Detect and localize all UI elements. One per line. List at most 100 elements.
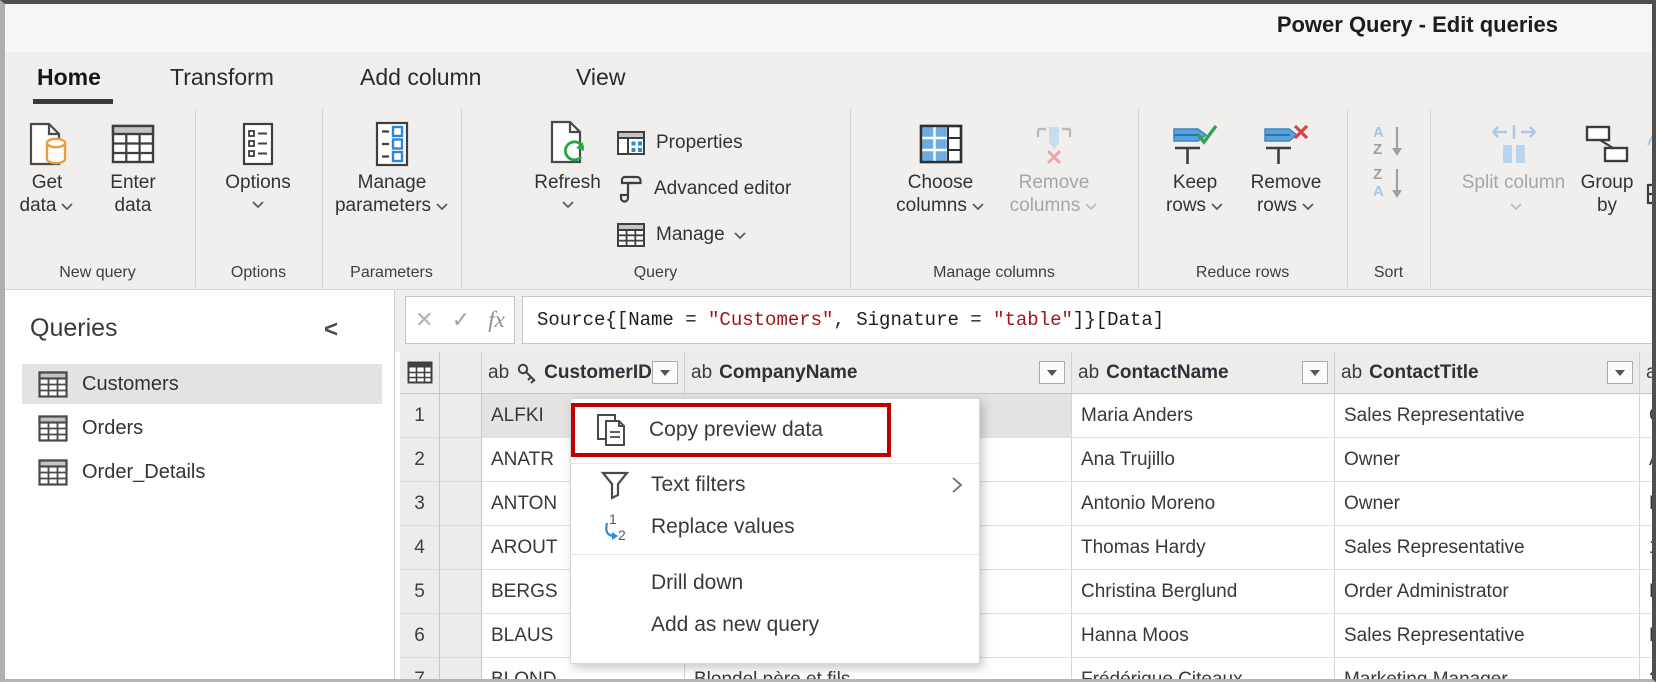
ribbon-group-manage-columns: Choose columns Remove columns Manage col… (850, 109, 1139, 287)
ribbon-group-parameters: Manage parameters Parameters (322, 109, 462, 287)
chevron-down-icon (1509, 202, 1523, 211)
menu-item-replace-values[interactable]: 12 Replace values (571, 506, 979, 548)
tab-home[interactable]: Home (37, 64, 101, 91)
group-label-query: Query (461, 264, 850, 282)
row-number (440, 658, 482, 682)
get-data-button[interactable]: Get data (14, 117, 80, 259)
ribbon: Get data Enter data New query Options Op… (0, 105, 1656, 290)
remove-rows-button[interactable]: Remove rows (1239, 117, 1333, 259)
menu-item-add-as-new-query[interactable]: Add as new query (571, 604, 979, 646)
row-number[interactable]: 4 (400, 526, 440, 570)
fx-icon[interactable]: fx (488, 307, 505, 333)
group-by-button[interactable]: Group by (1572, 117, 1642, 259)
grid-cell[interactable]: M (1640, 482, 1656, 526)
grid-cell[interactable]: Owner (1335, 438, 1640, 482)
row-number[interactable]: 6 (400, 614, 440, 658)
filter-dropdown-icon (660, 370, 670, 376)
svg-text:Z: Z (1373, 166, 1382, 183)
query-item-order-details[interactable]: Order_Details (22, 452, 382, 492)
filter-button[interactable] (652, 361, 678, 384)
chevron-down-icon (60, 202, 74, 211)
chevron-down-icon (971, 202, 985, 211)
menu-item-copy-preview-data[interactable]: Copy preview data (571, 403, 891, 457)
filter-button[interactable] (1039, 361, 1065, 384)
grid-cell[interactable]: Thomas Hardy (1072, 526, 1335, 570)
grid-cell[interactable]: O (1640, 394, 1656, 438)
row-number[interactable]: 2 (400, 438, 440, 482)
query-item-orders[interactable]: Orders (22, 408, 382, 448)
formula-string: "Customers" (708, 309, 833, 331)
grid-cell[interactable]: Order Administrator (1335, 570, 1640, 614)
grid-cell[interactable]: Av (1640, 438, 1656, 482)
grid-cell[interactable]: Marketing Manager (1335, 658, 1640, 682)
chevron-down-icon (561, 200, 575, 209)
options-icon (240, 117, 276, 171)
grid-cell[interactable]: Be (1640, 570, 1656, 614)
grid-cell[interactable]: Owner (1335, 482, 1640, 526)
filter-button[interactable] (1607, 361, 1633, 384)
row-number (440, 614, 482, 658)
remove-columns-button[interactable]: Remove columns (998, 117, 1110, 259)
formula-input[interactable]: Source{[Name = "Customers", Signature = … (522, 296, 1656, 344)
grid-cell[interactable]: Sales Representative (1335, 526, 1640, 570)
formula-text: Source{[Name = (537, 309, 708, 331)
manage-parameters-button[interactable]: Manage parameters (330, 117, 454, 259)
tab-view[interactable]: View (576, 64, 625, 91)
ribbon-group-options: Options Options (195, 109, 323, 287)
svg-text:Z: Z (1373, 141, 1382, 157)
sort-descending-button[interactable]: ZA (1371, 165, 1407, 204)
tab-transform[interactable]: Transform (170, 64, 274, 91)
choose-columns-button[interactable]: Choose columns (888, 117, 993, 259)
refresh-button[interactable]: Refresh (520, 117, 615, 259)
enter-data-button[interactable]: Enter data (96, 117, 170, 259)
menu-item-text-filters[interactable]: Text filters (571, 464, 979, 506)
group-label-reduce-rows: Reduce rows (1138, 264, 1347, 282)
filter-button[interactable] (1302, 361, 1328, 384)
sort-az-icon: AZ (1371, 123, 1407, 157)
cut-off-icon (1646, 233, 1656, 256)
manage-button[interactable]: Manage (616, 217, 747, 253)
grid-cell[interactable]: Christina Berglund (1072, 570, 1335, 614)
group-label-parameters: Parameters (322, 264, 461, 282)
grid-cell[interactable]: 12 (1640, 526, 1656, 570)
collapse-pane-icon[interactable]: < (324, 316, 338, 344)
keep-rows-button[interactable]: Keep rows (1153, 117, 1237, 259)
column-header-contactname[interactable]: ab ContactName (1072, 352, 1335, 394)
grid-cell[interactable]: Maria Anders (1072, 394, 1335, 438)
group-label-sort: Sort (1347, 264, 1430, 282)
grid-cell[interactable]: Ana Trujillo (1072, 438, 1335, 482)
row-number-header (440, 352, 482, 394)
enter-data-icon (111, 117, 155, 171)
formula-accept-icon[interactable]: ✓ (452, 307, 470, 333)
menu-item-drill-down[interactable]: Drill down (571, 562, 979, 604)
remove-columns-icon (1032, 117, 1076, 171)
refresh-icon (544, 117, 592, 171)
row-number[interactable]: 1 (400, 394, 440, 438)
advanced-editor-button[interactable]: Advanced editor (616, 171, 791, 207)
row-number[interactable]: 5 (400, 570, 440, 614)
grid-cell[interactable]: Sales Representative (1335, 614, 1640, 658)
sort-ascending-button[interactable]: AZ (1371, 123, 1407, 162)
grid-cell[interactable]: Hanna Moos (1072, 614, 1335, 658)
table-corner-icon (407, 361, 433, 384)
grid-cell[interactable]: 2 (1640, 658, 1656, 682)
grid-cell[interactable]: Antonio Moreno (1072, 482, 1335, 526)
column-header-contacttitle[interactable]: ab ContactTitle (1335, 352, 1640, 394)
column-header-companyname[interactable]: ab CompanyName (685, 352, 1072, 394)
row-number[interactable]: 3 (400, 482, 440, 526)
replace-values-icon: 12 (593, 511, 637, 543)
formula-cancel-icon[interactable]: ✕ (415, 307, 433, 333)
row-number[interactable]: 7 (400, 658, 440, 682)
grid-cell[interactable]: Sales Representative (1335, 394, 1640, 438)
split-column-button[interactable]: Split column (1460, 117, 1567, 259)
query-item-customers[interactable]: Customers (22, 364, 382, 404)
row-number (440, 570, 482, 614)
column-header-partial[interactable]: ab (1640, 352, 1656, 394)
grid-cell[interactable]: Frédérique Citeaux (1072, 658, 1335, 682)
select-all-button[interactable] (400, 352, 440, 394)
grid-cell[interactable]: Fo (1640, 614, 1656, 658)
column-header-customerid[interactable]: ab CustomerID (482, 352, 685, 394)
tab-add-column[interactable]: Add column (360, 64, 481, 91)
options-button[interactable]: Options (218, 117, 298, 259)
properties-button[interactable]: Properties (616, 125, 743, 161)
